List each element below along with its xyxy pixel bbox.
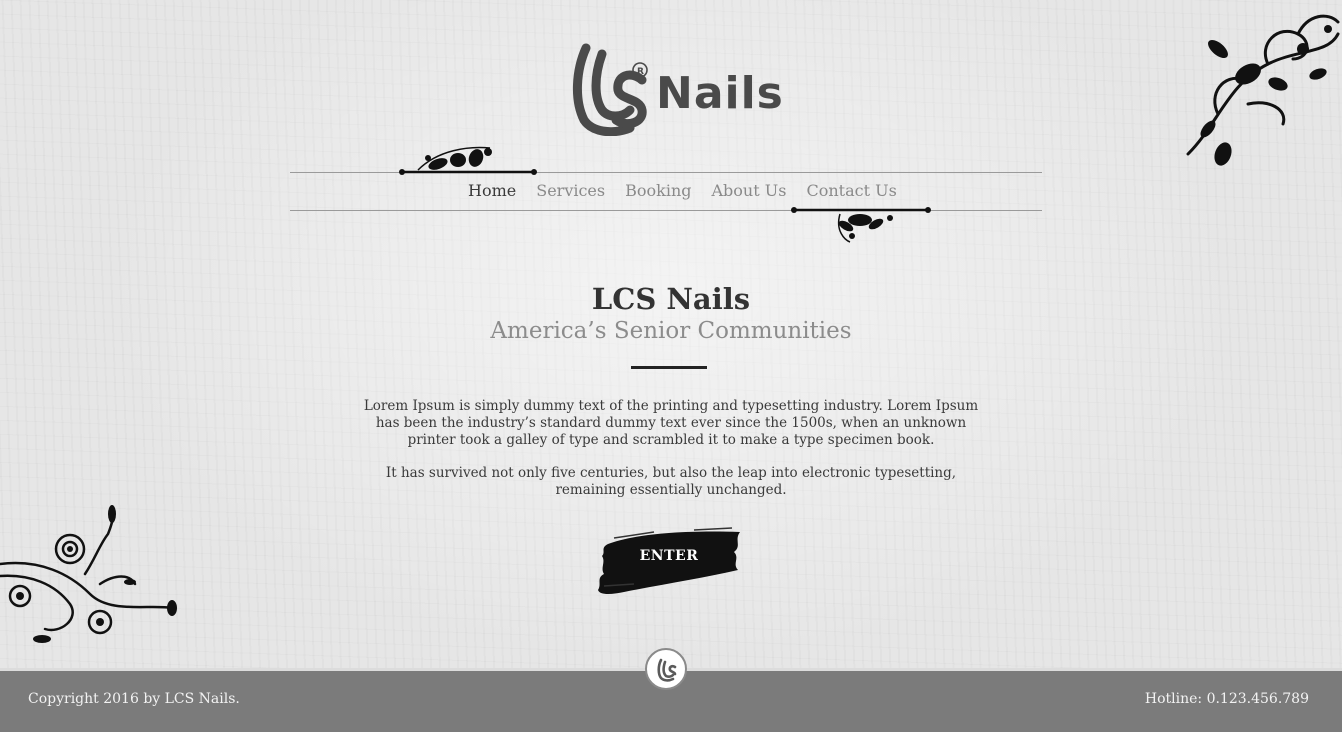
intro-paragraph-2: It has survived not only five centuries,…: [385, 465, 957, 498]
lcs-logo-icon: [657, 658, 677, 682]
site-logo[interactable]: R Nails: [572, 40, 783, 136]
main-nav: Home Services Booking About Us Contact U…: [458, 178, 907, 204]
copyright-text: Copyright 2016 by LCS Nails.: [28, 691, 240, 707]
floral-ornament-icon: [1186, 14, 1340, 166]
lcs-logo-icon: R: [572, 43, 648, 136]
nav-services[interactable]: Services: [526, 178, 615, 204]
enter-button[interactable]: ENTER: [594, 526, 744, 596]
nav-home[interactable]: Home: [458, 178, 526, 204]
floral-ornament-icon: [399, 146, 537, 175]
swirl-ornament-icon: [0, 505, 177, 643]
title-divider: [631, 366, 707, 369]
intro-paragraph: Lorem Ipsum is simply dummy text of the …: [363, 398, 979, 448]
nav-booking[interactable]: Booking: [615, 178, 701, 204]
logo-text: Nails: [656, 68, 784, 119]
hotline-text: Hotline: 0.123.456.789: [1144, 691, 1309, 707]
page-title: LCS Nails: [591, 282, 751, 316]
floral-ornament-icon: [791, 207, 931, 243]
nav-contact-us[interactable]: Contact Us: [796, 178, 906, 204]
footer-logo-badge[interactable]: [645, 648, 687, 690]
enter-label: ENTER: [639, 548, 699, 564]
page-subtitle: America’s Senior Communities: [490, 318, 852, 344]
svg-text:R: R: [637, 67, 644, 77]
nav-about-us[interactable]: About Us: [702, 178, 797, 204]
